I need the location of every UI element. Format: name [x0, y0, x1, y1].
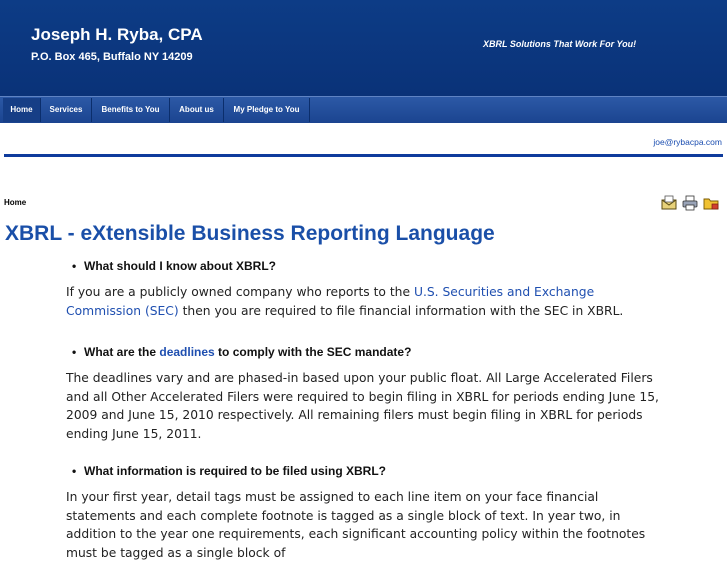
email-page-icon[interactable] [661, 195, 677, 211]
answer-text: then you are required to file financial … [178, 303, 624, 318]
nav-pledge[interactable]: My Pledge to You [224, 98, 310, 122]
page-tools [661, 195, 719, 211]
site-tagline: XBRL Solutions That Work For You! [483, 39, 637, 49]
nav-home[interactable]: Home [3, 98, 41, 122]
nav-services[interactable]: Services [41, 98, 92, 122]
main-nav: Home Services Benefits to You About us M… [0, 96, 727, 123]
page-title: XBRL - eXtensible Business Reporting Lan… [5, 222, 495, 245]
deadlines-link[interactable]: deadlines [159, 345, 214, 359]
site-name: Joseph H. Ryba, CPA [31, 25, 203, 44]
answer-text: If you are a publicly owned company who … [66, 285, 414, 299]
answer-what-to-know: If you are a publicly owned company who … [66, 283, 662, 320]
answer-info-required: In your first year, detail tags must be … [66, 490, 646, 560]
breadcrumb[interactable]: Home [4, 198, 26, 207]
question-text: What are the [84, 345, 160, 359]
folder-icon[interactable] [703, 195, 719, 211]
answer-deadlines: The deadlines vary and are phased-in bas… [66, 371, 659, 441]
site-header: Joseph H. Ryba, CPA P.O. Box 465, Buffal… [0, 0, 727, 96]
question-text: to comply with the SEC mandate? [214, 345, 412, 359]
email-link[interactable]: joe@rybacpa.com [653, 137, 722, 147]
site-address: P.O. Box 465, Buffalo NY 14209 [31, 51, 193, 63]
nav-about[interactable]: About us [170, 98, 224, 122]
nav-benefits[interactable]: Benefits to You [92, 98, 170, 122]
question-what-to-know: What should I know about XBRL? [72, 259, 276, 273]
print-icon[interactable] [682, 195, 698, 211]
question-info-required: What information is required to be filed… [72, 464, 386, 478]
question-deadlines: What are the deadlines to comply with th… [72, 345, 412, 359]
divider [4, 154, 723, 157]
